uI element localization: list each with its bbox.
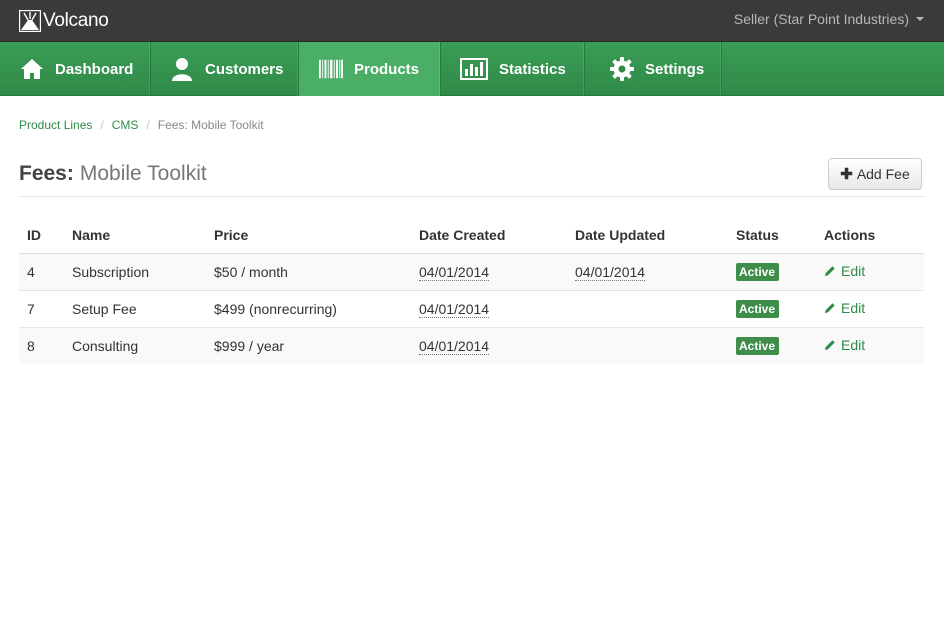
table-row: 7 Setup Fee $499 (nonrecurring) 04/01/20…	[19, 289, 924, 327]
column-header-id[interactable]: ID	[19, 217, 64, 254]
edit-label: Edit	[841, 263, 866, 279]
cell-date-updated	[567, 289, 728, 327]
column-header-name[interactable]: Name	[64, 217, 206, 254]
nav-label-dashboard: Dashboard	[55, 60, 134, 78]
edit-link[interactable]: Edit	[824, 300, 865, 316]
add-fee-label: Add Fee	[856, 166, 910, 182]
cell-name: Consulting	[64, 326, 206, 364]
status-badge: Active	[736, 299, 780, 318]
breadcrumb-separator: /	[146, 118, 150, 132]
cell-date-created: 04/01/2014	[419, 263, 490, 281]
column-header-actions: Actions	[816, 217, 924, 254]
cell-price: $499 (nonrecurring)	[206, 289, 411, 327]
edit-link[interactable]: Edit	[824, 263, 865, 279]
fees-table: ID Name Price Date Created Date Updated …	[19, 217, 924, 364]
nav-label-statistics: Statistics	[499, 60, 566, 78]
top-bar: Volcano Seller (Star Point Industries)	[0, 0, 944, 42]
gear-icon	[610, 57, 634, 81]
cell-id: 7	[19, 289, 64, 327]
volcano-logo-icon	[19, 10, 41, 32]
edit-label: Edit	[841, 300, 866, 316]
pencil-icon	[825, 340, 835, 351]
barcode-icon	[319, 57, 343, 81]
user-icon	[170, 57, 194, 81]
nav-label-settings: Settings	[645, 60, 705, 78]
nav-item-statistics[interactable]: Statistics	[441, 42, 585, 96]
nav-label-customers: Customers	[205, 60, 284, 78]
cell-price: $50 / month	[206, 252, 411, 290]
nav-label-products: Products	[354, 60, 420, 78]
table-row: 8 Consulting $999 / year 04/01/2014 Acti…	[19, 326, 924, 364]
breadcrumb: Product Lines / CMS / Fees: Mobile Toolk…	[19, 118, 264, 132]
cell-date-updated: 04/01/2014	[575, 263, 646, 281]
pencil-icon	[825, 266, 835, 276]
nav-item-settings[interactable]: Settings	[585, 42, 722, 96]
page-title: Fees: Mobile Toolkit	[19, 162, 207, 186]
breadcrumb-current: Fees: Mobile Toolkit	[157, 118, 264, 132]
table-header-row: ID Name Price Date Created Date Updated …	[19, 217, 924, 254]
cell-date-created: 04/01/2014	[419, 300, 490, 318]
cell-id: 8	[19, 326, 64, 364]
brand-name: Volcano	[43, 10, 109, 31]
main-nav: Dashboard Customers Products Statistics …	[0, 42, 944, 96]
plus-icon: ✚	[840, 166, 853, 183]
cell-name: Setup Fee	[64, 289, 206, 327]
brand[interactable]: Volcano	[19, 8, 109, 34]
column-header-date-created[interactable]: Date Created	[411, 217, 567, 254]
breadcrumb-link-cms[interactable]: CMS	[112, 118, 139, 132]
page-subtitle: Mobile Toolkit	[79, 162, 207, 185]
edit-link[interactable]: Edit	[824, 337, 865, 353]
add-fee-button[interactable]: ✚ Add Fee	[828, 158, 922, 190]
pencil-icon	[825, 303, 835, 313]
cell-name: Subscription	[64, 252, 206, 290]
column-header-date-updated[interactable]: Date Updated	[567, 217, 728, 254]
account-label: Seller (Star Point Industries)	[733, 11, 909, 27]
bar-chart-icon	[460, 57, 488, 81]
column-header-status[interactable]: Status	[728, 217, 816, 254]
table-row: 4 Subscription $50 / month 04/01/2014 04…	[19, 252, 924, 290]
account-menu[interactable]: Seller (Star Point Industries)	[734, 11, 924, 27]
cell-date-updated	[567, 326, 728, 364]
cell-date-created: 04/01/2014	[419, 337, 490, 355]
status-badge: Active	[736, 262, 780, 281]
breadcrumb-separator: /	[100, 118, 104, 132]
nav-item-products[interactable]: Products	[299, 42, 441, 96]
cell-price: $999 / year	[206, 326, 411, 364]
column-header-price[interactable]: Price	[206, 217, 411, 254]
breadcrumb-link-product-lines[interactable]: Product Lines	[19, 118, 92, 132]
cell-id: 4	[19, 252, 64, 290]
caret-down-icon	[916, 17, 924, 21]
nav-item-dashboard[interactable]: Dashboard	[0, 42, 151, 96]
nav-item-customers[interactable]: Customers	[151, 42, 299, 96]
edit-label: Edit	[841, 337, 866, 354]
page-header: Fees: Mobile Toolkit ✚ Add Fee	[19, 158, 924, 197]
status-badge: Active	[736, 336, 780, 355]
home-icon	[20, 57, 44, 81]
page-title-label: Fees:	[19, 162, 74, 185]
